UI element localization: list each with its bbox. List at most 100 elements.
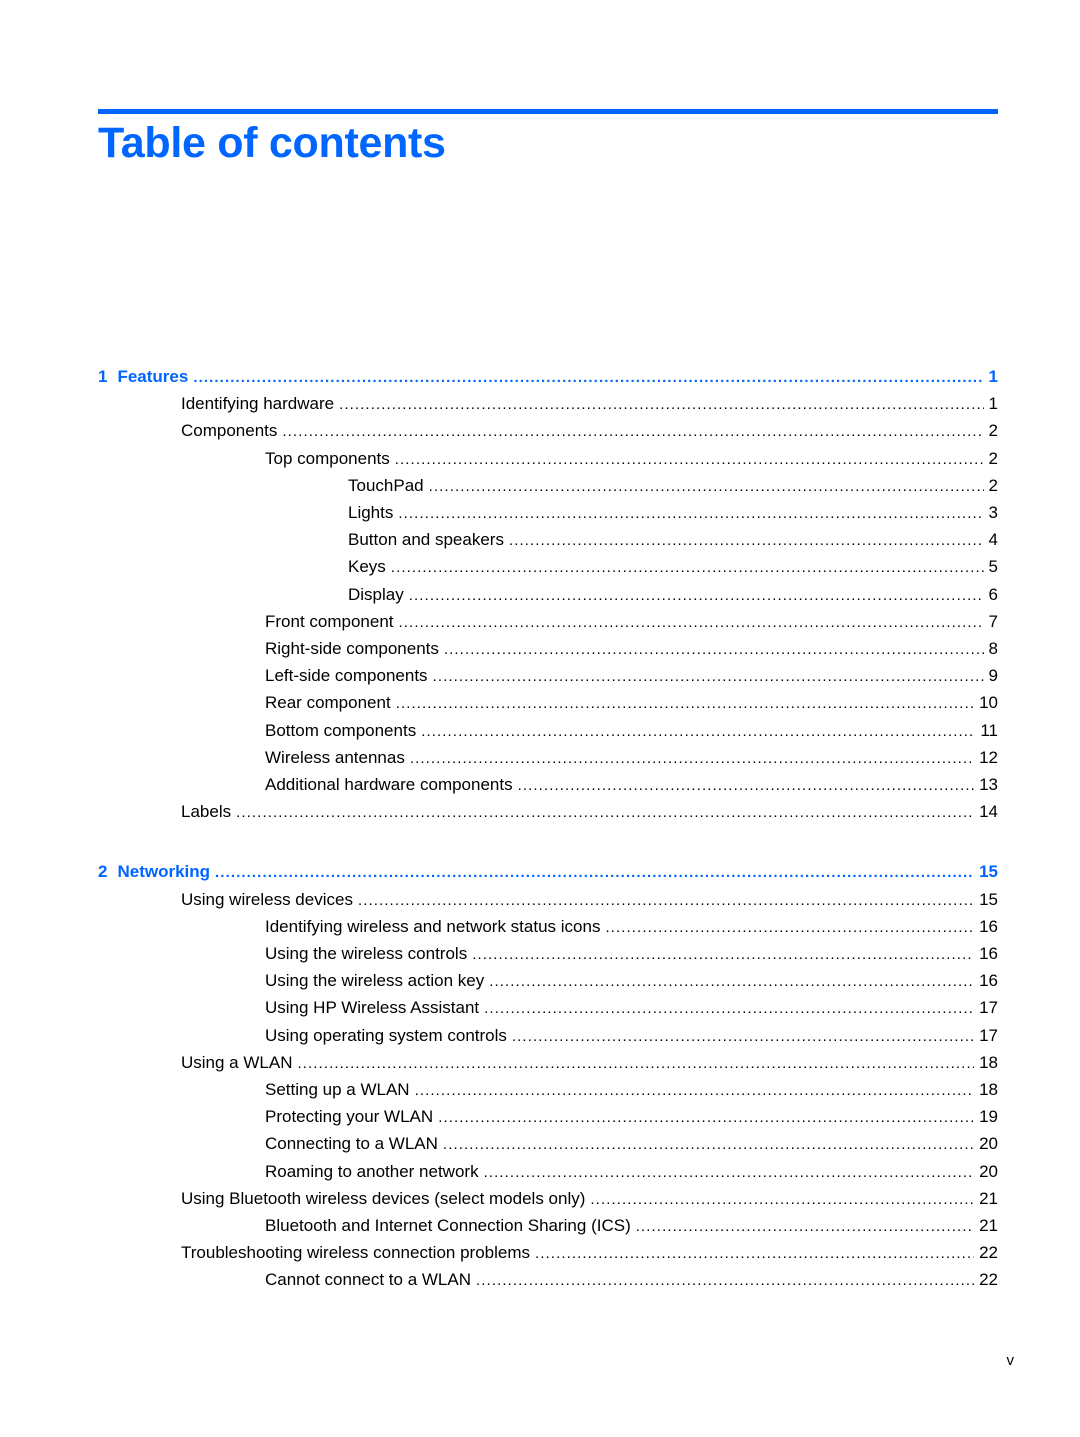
toc-entry[interactable]: TouchPad 2 (348, 475, 998, 497)
toc-entry[interactable]: Connecting to a WLAN 20 (265, 1133, 998, 1155)
toc-entry-label: Bottom components (265, 720, 417, 740)
toc-entry-page-number: 9 (988, 666, 998, 686)
toc-entry[interactable]: Identifying hardware 1 (181, 393, 998, 415)
toc-entry-label: Using wireless devices (181, 889, 353, 909)
title-rule (98, 109, 998, 114)
toc-entry-page-number: 17 (979, 998, 998, 1018)
dot-leader (590, 1189, 974, 1210)
toc-entry[interactable]: Using the wireless action key 16 (265, 970, 998, 992)
toc-entry-label: Setting up a WLAN (265, 1080, 410, 1099)
toc-entry[interactable]: Keys 5 (348, 556, 998, 578)
toc-entry-label: Connecting to a WLAN (265, 1134, 438, 1154)
toc-entry-page-number: 22 (979, 1270, 998, 1290)
dot-leader (193, 367, 983, 388)
toc-entry[interactable]: Rear component 10 (265, 692, 998, 714)
toc-entry-page-number: 5 (988, 557, 998, 577)
toc-entry-label: Using a WLAN (181, 1052, 293, 1072)
toc-entry-page-number: 21 (979, 1188, 998, 1208)
toc-entry-page-number: 3 (988, 503, 998, 522)
toc-entry[interactable]: Using Bluetooth wireless devices (select… (181, 1188, 998, 1210)
toc-entry-page-number: 2 (988, 448, 998, 468)
toc-entry-label: Keys (348, 557, 386, 577)
dot-leader (512, 1026, 974, 1047)
toc-entry[interactable]: Using wireless devices 15 (181, 889, 998, 911)
toc-entry[interactable]: Lights 3 (348, 502, 998, 524)
toc-entry-page-number: 4 (988, 530, 998, 550)
toc-entry-page-number: 18 (979, 1080, 998, 1099)
toc-entry[interactable]: Button and speakers 4 (348, 529, 998, 551)
toc-entry-page-number: 15 (979, 862, 998, 882)
toc-entry-label: Using the wireless action key (265, 971, 485, 991)
toc-entry[interactable]: Cannot connect to a WLAN 22 (265, 1269, 998, 1291)
toc-entry-page-number: 2 (988, 475, 998, 495)
toc-entry-label: Using Bluetooth wireless devices (select… (181, 1188, 586, 1208)
toc-entry[interactable]: Left-side components 9 (265, 665, 998, 687)
toc-entry[interactable]: Bluetooth and Internet Connection Sharin… (265, 1215, 998, 1237)
toc-entry-label: Identifying hardware (181, 394, 335, 414)
dot-leader (358, 890, 974, 911)
toc-entry-page-number: 16 (979, 916, 998, 936)
toc-entry-label: Components (181, 421, 278, 441)
dot-leader (399, 612, 984, 633)
toc-entry[interactable]: Labels 14 (181, 801, 998, 823)
dot-leader (409, 585, 984, 606)
toc-entry-label: Bluetooth and Internet Connection Sharin… (265, 1216, 631, 1235)
toc-chapter-entry[interactable]: 1 Features 1 (98, 366, 998, 388)
toc-entry-label: Left-side components (265, 666, 428, 686)
toc-entry[interactable]: Top components 2 (265, 448, 998, 470)
dot-leader (636, 1216, 974, 1237)
toc-entry[interactable]: Roaming to another network 20 (265, 1161, 998, 1183)
toc-entry[interactable]: Display 6 (348, 584, 998, 606)
toc-entry-page-number: 2 (988, 421, 998, 441)
toc-entry-page-number: 1 (988, 367, 998, 386)
toc-entry-page-number: 11 (980, 720, 998, 740)
toc-entry[interactable]: Identifying wireless and network status … (265, 916, 998, 938)
dot-leader (415, 1080, 975, 1101)
toc-entry[interactable]: Wireless antennas 12 (265, 747, 998, 769)
dot-leader (518, 775, 974, 796)
toc-entry-label: Labels (181, 802, 232, 822)
toc-entry-page-number: 18 (979, 1052, 998, 1072)
dot-leader (433, 666, 984, 687)
dot-leader (484, 1162, 975, 1183)
toc-entry[interactable]: Right-side components 8 (265, 638, 998, 660)
dot-leader (444, 639, 984, 660)
toc-chapter-entry[interactable]: 2 Networking 15 (98, 861, 998, 883)
toc-entry[interactable]: Front component 7 (265, 611, 998, 633)
toc-entry[interactable]: Troubleshooting wireless connection prob… (181, 1242, 998, 1264)
toc-entry-page-number: 20 (979, 1161, 998, 1181)
chapter-number: 1 (98, 367, 108, 386)
toc-entry-label: Networking (117, 862, 211, 882)
dot-leader (489, 971, 974, 992)
dot-leader (438, 1107, 974, 1128)
dot-leader (421, 721, 975, 742)
dot-leader (282, 421, 983, 442)
dot-leader (398, 503, 983, 524)
page-number: v (1006, 1352, 1015, 1369)
toc-entry-page-number: 7 (988, 611, 998, 631)
toc-entry-label: Button and speakers (348, 530, 504, 550)
toc-entry-page-number: 12 (979, 747, 998, 767)
toc-entry-label: Using the wireless controls (265, 944, 468, 963)
toc-entry[interactable]: Additional hardware components 13 (265, 774, 998, 796)
toc-entry[interactable]: Using operating system controls 17 (265, 1025, 998, 1047)
dot-leader (476, 1270, 974, 1291)
toc-entry-label: Protecting your WLAN (265, 1107, 434, 1127)
toc-entry[interactable]: Components 2 (181, 420, 998, 442)
toc-entry-page-number: 8 (988, 639, 998, 658)
dot-leader (605, 917, 974, 938)
toc-entry-label: Cannot connect to a WLAN (265, 1270, 472, 1290)
toc-entry[interactable]: Bottom components 11 (265, 720, 998, 742)
toc-entry[interactable]: Protecting your WLAN 19 (265, 1106, 998, 1128)
toc-entry[interactable]: Using HP Wireless Assistant 17 (265, 997, 998, 1019)
toc-entry[interactable]: Using a WLAN 18 (181, 1052, 998, 1074)
toc-entry-page-number: 16 (979, 971, 998, 991)
dot-leader (236, 802, 974, 823)
dot-leader (443, 1134, 974, 1155)
chapter-number: 2 (98, 862, 108, 882)
dot-leader (395, 449, 984, 470)
dot-leader (215, 862, 974, 883)
toc-entry[interactable]: Setting up a WLAN 18 (265, 1079, 998, 1101)
toc-entry[interactable]: Using the wireless controls 16 (265, 943, 998, 965)
toc-entry-page-number: 10 (979, 693, 998, 713)
